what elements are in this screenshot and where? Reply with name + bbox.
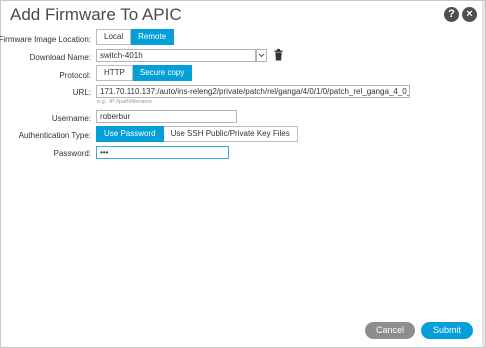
username-label: Username:	[51, 114, 91, 123]
location-local-button[interactable]: Local	[96, 29, 132, 45]
download-name-field[interactable]: switch-401h	[96, 49, 256, 62]
download-name-dropdown[interactable]	[256, 49, 267, 62]
submit-button[interactable]: Submit	[421, 322, 473, 339]
username-field[interactable]: roberbur	[96, 110, 237, 123]
location-label: Firmware Image Location:	[0, 35, 91, 44]
location-remote-button[interactable]: Remote	[131, 29, 175, 45]
dialog-edge	[482, 1, 485, 347]
password-field[interactable]: •••	[96, 146, 229, 159]
auth-type-label: Authentication Type:	[18, 131, 91, 140]
help-icon[interactable]: ?	[444, 7, 459, 22]
url-field[interactable]: 171.70.110.137:/auto/ins-releng2/private…	[96, 85, 410, 98]
protocol-scp-button[interactable]: Secure copy	[132, 65, 193, 81]
auth-ssh-key-button[interactable]: Use SSH Public/Private Key Files	[163, 126, 298, 142]
auth-type-toggle: Use Password Use SSH Public/Private Key …	[96, 126, 298, 142]
close-icon[interactable]: ×	[462, 7, 477, 22]
url-label: URL:	[72, 88, 91, 97]
protocol-label: Protocol:	[59, 71, 91, 80]
protocol-http-button[interactable]: HTTP	[96, 65, 133, 81]
location-toggle: Local Remote	[96, 29, 175, 45]
add-firmware-dialog: Add Firmware To APIC ? × Firmware Image …	[0, 0, 486, 348]
url-hint: e.g.: IP://path/filename	[97, 99, 153, 105]
chevron-down-icon	[258, 53, 265, 58]
protocol-toggle: HTTP Secure copy	[96, 65, 193, 81]
download-name-label: Download Name:	[29, 53, 91, 62]
trash-icon[interactable]	[274, 48, 283, 66]
auth-password-button[interactable]: Use Password	[96, 126, 164, 142]
cancel-button[interactable]: Cancel	[365, 322, 415, 339]
password-label: Password:	[53, 149, 91, 158]
header-icons: ? ×	[444, 7, 477, 22]
dialog-title: Add Firmware To APIC	[10, 5, 182, 24]
